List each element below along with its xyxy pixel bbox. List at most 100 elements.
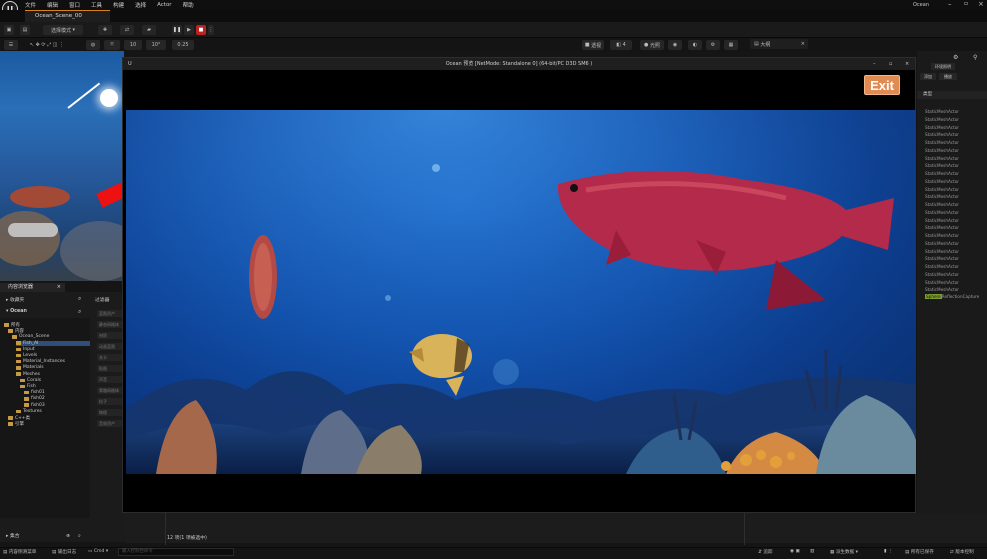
outliner-row[interactable]: StaticMeshActor [920, 255, 986, 263]
menu-file[interactable]: 文件 [25, 1, 36, 9]
collections-search-icon[interactable]: ⌕ [78, 533, 81, 541]
outliner-type-column-header[interactable]: 类型 [917, 91, 987, 99]
folder-tree-item[interactable]: Materials [16, 365, 44, 370]
outliner-settings-icon[interactable]: ⚙ [953, 54, 958, 61]
outliner-row[interactable]: StaticMeshActor [920, 131, 986, 139]
game-preview-window[interactable]: U Ocean 预览 [NetMode: Standalone 0] (64-b… [122, 57, 916, 513]
directional-light-icon[interactable] [100, 89, 118, 107]
lit-dropdown[interactable]: ● 光照 [640, 40, 664, 50]
folder-tree-item[interactable]: C++类 [8, 415, 30, 421]
menu-help[interactable]: 帮助 [183, 1, 194, 9]
filter-button[interactable]: 关卡 [97, 354, 123, 361]
filter-button[interactable]: 动画蓝图 [97, 343, 123, 350]
menu-build[interactable]: 构建 [113, 1, 124, 9]
folder-tree-item[interactable]: Levels [16, 353, 37, 358]
transform-gizmo-arrow-icon[interactable] [96, 181, 124, 208]
outliner-row[interactable]: StaticMeshActor [920, 162, 986, 170]
add-content-icon[interactable]: ✚ [98, 25, 112, 35]
surface-snap-icon[interactable]: ⤧ [104, 40, 120, 50]
filter-button[interactable]: 静态网格体 [97, 321, 123, 328]
outliner-row[interactable]: StaticMeshActor [920, 271, 986, 279]
viewport-menu-icon[interactable]: ☰ [4, 40, 18, 50]
filter-button[interactable]: 音效资产 [97, 420, 123, 427]
derived-data-button[interactable]: ▦ 派生数据 ▾ [830, 549, 858, 555]
filters-label[interactable]: 过滤器 [95, 296, 109, 303]
scalability-icon[interactable]: ◐ [688, 40, 702, 50]
outliner-row[interactable]: StaticMeshActor [920, 248, 986, 256]
outliner-row[interactable]: StaticMeshActor [920, 178, 986, 186]
filter-button[interactable]: 蓝图资产 [97, 310, 123, 317]
revision-control-icon[interactable]: ▥ [810, 549, 814, 554]
editor-viewport[interactable] [0, 51, 124, 281]
outliner-row-selected[interactable]: SphereReflectionCapture [925, 293, 979, 300]
environment-light-button[interactable]: 环境照明 [931, 63, 955, 70]
folder-tree-item[interactable]: 引擎 [8, 421, 24, 427]
grid-snap-value[interactable]: 10 [124, 40, 142, 50]
content-browser-tab[interactable]: 内容浏览器 × [0, 283, 65, 292]
rotation-snap-value[interactable]: 10° [146, 40, 166, 50]
maximize-icon[interactable]: ▫ [964, 0, 968, 7]
menu-actor[interactable]: Actor [157, 2, 171, 8]
outliner-button-1[interactable]: 添加 [920, 73, 936, 80]
favorites-header[interactable]: ▸ 收藏夹 [6, 296, 24, 303]
exit-button[interactable]: Exit [864, 75, 900, 95]
camera-speed-dropdown[interactable]: ◧ 4 [610, 40, 632, 50]
cinematics-icon[interactable]: ▰ [142, 25, 156, 35]
close-icon[interactable]: × [978, 0, 984, 8]
outliner-row[interactable]: StaticMeshActor [920, 116, 986, 124]
outliner-row[interactable]: StaticMeshActor [920, 240, 986, 248]
outliner-row[interactable]: StaticMeshActor [920, 232, 986, 240]
outliner-row[interactable]: StaticMeshActor [920, 279, 986, 287]
play-options-icon[interactable]: ⋮ [208, 25, 214, 35]
project-search-icon[interactable]: ⌕ [78, 308, 81, 316]
folder-tree-item[interactable]: Fish_AI [16, 340, 90, 346]
derived-data-icon[interactable]: ◉ ▣ [790, 549, 800, 554]
folder-tree-item[interactable]: fish02 [24, 396, 45, 401]
outliner-row[interactable]: StaticMeshActor [920, 209, 986, 217]
menu-select[interactable]: 选择 [135, 1, 146, 9]
show-dropdown[interactable]: ◉ [668, 40, 682, 50]
outliner-row[interactable]: StaticMeshActor [920, 186, 986, 194]
game-window-maximize-icon[interactable]: ▫ [889, 58, 892, 70]
settings-gear-icon[interactable]: ⚙ [706, 40, 720, 50]
content-browser-close-icon[interactable]: × [57, 283, 61, 292]
folder-tree-item[interactable]: Fish [20, 384, 36, 389]
outliner-row[interactable]: StaticMeshActor [920, 170, 986, 178]
outliner-row[interactable]: StaticMeshActor [920, 263, 986, 271]
trace-button[interactable]: ⇵ 追踪 [758, 549, 773, 555]
all-saved-button[interactable]: ▤ 所有已保存 [905, 549, 934, 555]
filter-button[interactable]: 声音 [97, 376, 123, 383]
perspective-dropdown[interactable]: ■ 透视 [582, 40, 604, 50]
outliner-row[interactable]: StaticMeshActor [920, 155, 986, 163]
folder-tree-item[interactable]: Material_Instances [16, 359, 65, 364]
add-collection-icon[interactable]: ⊕ [66, 533, 70, 541]
folder-tree-item[interactable]: fish03 [24, 403, 45, 408]
content-drawer-button[interactable]: ▤ 内容侧滑菜单 [3, 549, 36, 555]
outliner-button-2[interactable]: 播放 [939, 73, 957, 80]
outliner-row[interactable]: StaticMeshActor [920, 224, 986, 232]
outliner-tab[interactable]: ▤ 大纲 × [750, 39, 808, 49]
folder-tree-item[interactable]: fish01 [24, 390, 45, 395]
favorites-search-icon[interactable]: ⌕ [78, 295, 81, 303]
outliner-row[interactable]: StaticMeshActor [920, 193, 986, 201]
collections-header[interactable]: ▸ 集合 ⊕ ⌕ [0, 533, 90, 541]
filter-button[interactable]: 贴图 [97, 365, 123, 372]
step-icon[interactable]: ▶ [184, 25, 194, 35]
outliner-row[interactable]: StaticMeshActor [920, 147, 986, 155]
folder-tree-item[interactable]: Ocean_Scene [12, 334, 49, 339]
filter-button[interactable]: 粒子 [97, 398, 123, 405]
outliner-row[interactable]: StaticMeshActor [920, 108, 986, 116]
output-log-button[interactable]: ▤ 输出日志 [52, 549, 76, 555]
outliner-row[interactable]: StaticMeshActor [920, 217, 986, 225]
browse-icon[interactable]: ▤ [20, 25, 30, 35]
folder-tree-item[interactable]: Corals [20, 378, 41, 383]
blueprint-icon[interactable]: ⇄ [120, 25, 134, 35]
scale-snap-value[interactable]: 0.25 [172, 40, 194, 50]
outliner-row[interactable]: StaticMeshActor [920, 139, 986, 147]
game-window-close-icon[interactable]: × [905, 58, 909, 70]
layout-icon[interactable]: ▦ [724, 40, 738, 50]
camera-actor-icon[interactable] [8, 223, 58, 237]
pause-icon[interactable]: ❚❚ [172, 25, 182, 35]
save-icon[interactable]: ▣ [4, 25, 14, 35]
level-tab[interactable]: Ocean_Scene_00 [25, 10, 110, 22]
